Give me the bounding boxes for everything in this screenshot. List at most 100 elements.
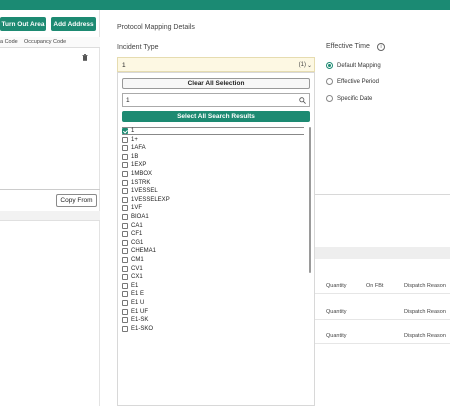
dropdown-scrollbar[interactable] [309, 127, 311, 273]
radio-specific-date[interactable]: Specific Date [326, 95, 372, 102]
dropdown-option[interactable]: 1B [122, 153, 138, 161]
option-label: CF1 [131, 231, 143, 238]
dropdown-option[interactable]: E1 E [122, 290, 144, 298]
option-checkbox[interactable] [122, 257, 128, 263]
dropdown-option[interactable]: E1-SKO [122, 325, 153, 333]
dropdown-option[interactable]: E1-SK [122, 316, 148, 324]
dropdown-option[interactable]: 1MBOX [122, 170, 152, 178]
option-label: 1MBOX [131, 171, 153, 177]
chevron-down-icon[interactable]: ⌄ [307, 62, 312, 69]
search-field[interactable] [122, 93, 310, 107]
add-address-button[interactable]: Add Address [51, 17, 96, 31]
column-header-quantity[interactable]: Quantity [326, 283, 346, 289]
option-label: E1 [131, 282, 139, 289]
option-label: E1-SKO [131, 325, 154, 332]
dropdown-option[interactable]: E1 [122, 282, 138, 290]
option-label: 1B [131, 153, 139, 160]
clear-all-selection-button[interactable]: Clear All Selection [122, 78, 310, 89]
radio-default-mapping[interactable]: Default Mapping [326, 62, 381, 69]
option-checkbox[interactable] [122, 248, 128, 255]
option-label: BIOA1 [131, 214, 149, 220]
option-label: 1VESSEL [131, 188, 158, 195]
column-header-on-fbt[interactable]: On FBt [366, 283, 383, 289]
left-divider [0, 189, 100, 190]
column-header-quantity[interactable]: Quantity [326, 309, 346, 315]
option-checkbox[interactable] [122, 205, 128, 212]
info-icon[interactable]: i [377, 43, 385, 51]
column-header-dispatch-reason[interactable]: Dispatch Reason [404, 283, 446, 289]
incident-type-select[interactable]: 1 (1) ⌄ [117, 57, 315, 72]
table-row-divider [315, 293, 450, 294]
dropdown-option[interactable]: CHEMA1 [122, 247, 156, 255]
dropdown-option[interactable]: 1VESSELEXP [122, 196, 170, 204]
dropdown-option[interactable]: E1 U [122, 299, 144, 307]
option-label: E1-SK [131, 317, 149, 324]
option-checkbox[interactable] [122, 128, 128, 134]
dropdown-option[interactable]: CF1 [122, 230, 142, 238]
option-checkbox[interactable] [122, 274, 128, 281]
search-input[interactable] [126, 96, 296, 105]
dropdown-option[interactable]: 1 [122, 127, 134, 135]
dropdown-option[interactable]: CM1 [122, 256, 144, 264]
dropdown-option[interactable]: 1EXP [122, 161, 146, 169]
dropdown-option[interactable]: 1VESSEL [122, 187, 158, 195]
dropdown-option[interactable]: CX1 [122, 273, 143, 281]
search-icon[interactable] [299, 97, 306, 104]
column-header-area-code[interactable]: a Code [0, 39, 18, 45]
dropdown-option[interactable]: 1+ [122, 136, 138, 144]
incident-type-label: Incident Type [117, 44, 159, 51]
incident-type-options: 1 1+ 1AFA 1B 1EXP 1MBOX 1STRK 1VESSEL 1VESSELEXP… [122, 127, 310, 406]
column-header-occupancy-code[interactable]: Occupancy Code [24, 39, 66, 45]
table-row-divider [315, 319, 450, 320]
option-checkbox[interactable] [122, 196, 128, 203]
option-label: E1 UF [131, 308, 149, 315]
option-label: CX1 [131, 274, 143, 281]
turn-out-area-button[interactable]: Turn Out Area [0, 17, 46, 31]
radio-effective-period[interactable]: Effective Period [326, 78, 379, 85]
copy-from-button[interactable]: Copy From [56, 194, 97, 207]
radio-label: Default Mapping [337, 62, 381, 69]
highlighted-option-outline [122, 127, 304, 135]
option-checkbox[interactable] [122, 171, 128, 177]
option-label: CM1 [131, 257, 144, 263]
column-header-quantity[interactable]: Quantity [326, 333, 346, 339]
dropdown-option[interactable]: CA1 [122, 222, 143, 230]
option-checkbox[interactable] [122, 282, 128, 289]
column-header-dispatch-reason[interactable]: Dispatch Reason [404, 333, 446, 339]
option-checkbox[interactable] [122, 265, 128, 272]
table-header-row: Quantity Dispatch Reason [315, 309, 450, 317]
incident-type-dropdown: Clear All Selection Select All Search Re… [117, 72, 315, 406]
dropdown-option[interactable]: 1VF [122, 204, 142, 212]
dropdown-option[interactable]: CV1 [122, 265, 143, 273]
option-checkbox[interactable] [122, 231, 128, 238]
option-checkbox[interactable] [122, 188, 128, 195]
option-checkbox[interactable] [122, 214, 128, 220]
table-header-row: Quantity Dispatch Reason [315, 333, 450, 341]
option-checkbox[interactable] [122, 153, 128, 160]
radio-indicator[interactable] [326, 78, 333, 85]
option-checkbox[interactable] [122, 179, 128, 186]
table-header-row: Quantity On FBt Dispatch Reason [315, 283, 450, 291]
radio-indicator[interactable] [326, 62, 333, 69]
dropdown-option[interactable]: CG1 [122, 239, 143, 247]
radio-indicator[interactable] [326, 95, 333, 102]
option-checkbox[interactable] [122, 291, 128, 298]
select-all-search-results-button[interactable]: Select All Search Results [122, 111, 310, 122]
option-checkbox[interactable] [122, 317, 128, 324]
option-checkbox[interactable] [122, 222, 128, 229]
option-checkbox[interactable] [122, 308, 128, 315]
dropdown-option[interactable]: 1STRK [122, 179, 150, 187]
option-checkbox[interactable] [122, 239, 128, 246]
dropdown-option[interactable]: BIOA1 [122, 213, 149, 221]
column-header-dispatch-reason[interactable]: Dispatch Reason [404, 309, 446, 315]
option-checkbox[interactable] [122, 300, 128, 306]
option-checkbox[interactable] [122, 162, 128, 169]
table-row-divider [315, 343, 450, 344]
dropdown-option[interactable]: E1 UF [122, 308, 148, 316]
trash-icon[interactable] [82, 54, 88, 61]
option-checkbox[interactable] [122, 136, 128, 143]
dropdown-option[interactable]: 1AFA [122, 144, 146, 152]
option-checkbox[interactable] [122, 325, 128, 332]
option-checkbox[interactable] [122, 145, 128, 152]
option-label: CV1 [131, 265, 143, 272]
